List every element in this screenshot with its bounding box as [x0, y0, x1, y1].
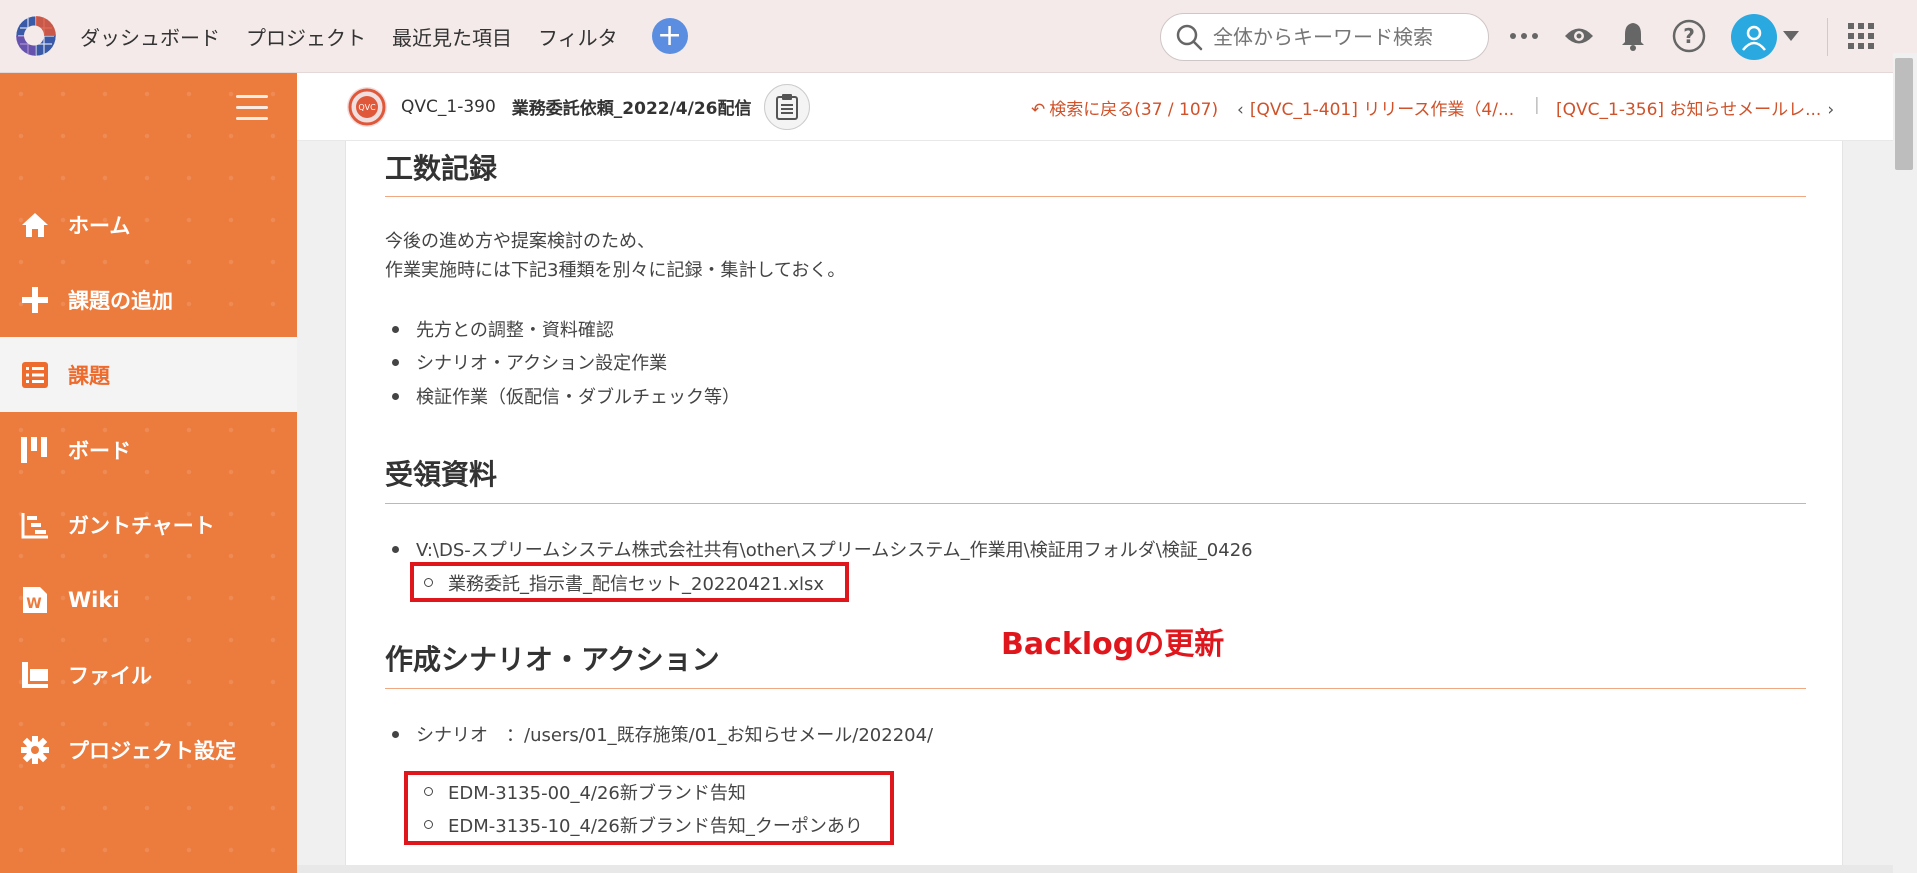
- issue-key[interactable]: QVC_1-390: [401, 97, 496, 117]
- search-input[interactable]: [1213, 25, 1473, 49]
- sidebar-item-files[interactable]: ファイル: [0, 637, 297, 712]
- sidebar-item-project-settings[interactable]: プロジェクト設定: [0, 712, 297, 787]
- eye-icon[interactable]: [1561, 18, 1597, 54]
- global-header: ダッシュボード プロジェクト 最近見た項目 フィルタ + ?: [0, 0, 1917, 73]
- list-item: 先方との調整・資料確認: [392, 316, 614, 342]
- sidebar-item-label: 課題: [68, 363, 110, 388]
- annotation-text: Backlogの更新: [1001, 627, 1225, 662]
- menu-toggle-icon[interactable]: [236, 95, 268, 121]
- folder-icon: [20, 660, 50, 690]
- more-icon[interactable]: [1506, 18, 1542, 54]
- sidebar-item-board[interactable]: ボード: [0, 412, 297, 487]
- sidebar-item-wiki[interactable]: W Wiki: [0, 562, 297, 637]
- global-add-button[interactable]: +: [651, 18, 688, 54]
- issue-title: 業務委託依頼_2022/4/26配信: [511, 99, 752, 119]
- back-to-search-label: 検索に戻る(37 / 107): [1049, 100, 1219, 120]
- divider: |: [1534, 95, 1540, 115]
- board-icon: [20, 435, 50, 465]
- content-bottom-edge: [297, 865, 1893, 873]
- list-item: 検証作業（仮配信・ダブルチェック等）: [392, 383, 740, 409]
- undo-icon: ↶: [1031, 100, 1046, 120]
- sidebar-item-label: 課題の追加: [68, 288, 173, 313]
- backlog-logo[interactable]: [14, 14, 58, 58]
- sidebar-item-label: ファイル: [68, 663, 152, 688]
- project-icon: QVC: [347, 86, 387, 127]
- section-heading: 工数記録: [385, 152, 498, 185]
- section-heading: 受領資料: [385, 458, 498, 491]
- back-to-search-link[interactable]: ↶ 検索に戻る(37 / 107): [1031, 95, 1218, 120]
- nav-dashboard[interactable]: ダッシュボード: [80, 22, 220, 51]
- highlight-box: [410, 562, 849, 602]
- list-item: V:\DS-スプリームシステム株式会社共有\other\スプリームシステム_作業…: [392, 536, 1253, 562]
- chevron-right-icon: ›: [1827, 100, 1835, 120]
- sidebar-item-label: ボード: [68, 438, 131, 463]
- scrollbar-thumb[interactable]: [1895, 58, 1913, 170]
- sidebar-item-label: ホーム: [68, 213, 131, 238]
- page-scrollbar[interactable]: [1893, 53, 1917, 873]
- highlight-box: [404, 771, 894, 845]
- bell-icon[interactable]: [1615, 18, 1651, 54]
- sidebar-item-label: ガントチャート: [68, 513, 215, 538]
- divider: [385, 503, 1806, 504]
- gantt-icon: [20, 510, 50, 540]
- paragraph: 作業実施時には下記3種類を別々に記録・集計しておく。: [385, 260, 846, 281]
- section-heading: 作成シナリオ・アクション: [385, 643, 720, 676]
- sidebar-item-label: プロジェクト設定: [68, 738, 236, 763]
- clipboard-icon: [775, 93, 798, 120]
- next-issue-link[interactable]: [QVC_1-356] お知らせメールレ... ›: [1556, 95, 1834, 120]
- list-icon: [20, 360, 50, 390]
- project-sidebar: ホーム 課題の追加 課題 ボード ガントチャート W Wiki ファイル プロジ…: [0, 73, 297, 873]
- nav-recent[interactable]: 最近見た項目: [392, 22, 512, 51]
- sidebar-item-label: Wiki: [68, 587, 120, 612]
- nav-filter[interactable]: フィルタ: [538, 22, 618, 51]
- apps-grid-icon[interactable]: [1843, 18, 1879, 54]
- wiki-icon: W: [20, 585, 50, 615]
- issue-description: 工数記録 今後の進め方や提案検討のため、 作業実施時には下記3種類を別々に記録・…: [345, 141, 1843, 873]
- prev-issue-label: [QVC_1-401] リリース作業（4/...: [1249, 100, 1515, 120]
- sidebar-item-issues[interactable]: 課題: [0, 337, 297, 412]
- plus-icon: +: [657, 18, 683, 53]
- sidebar-item-home[interactable]: ホーム: [0, 187, 297, 262]
- paragraph: 今後の進め方や提案検討のため、: [385, 231, 655, 252]
- chevron-down-icon[interactable]: [1781, 18, 1801, 54]
- plus-icon: [20, 285, 50, 315]
- sidebar-item-gantt[interactable]: ガントチャート: [0, 487, 297, 562]
- svg-text:?: ?: [1683, 24, 1695, 48]
- svg-text:QVC: QVC: [358, 103, 376, 112]
- svg-text:W: W: [26, 596, 41, 612]
- copy-button[interactable]: [763, 83, 810, 130]
- chevron-left-icon: ‹: [1237, 100, 1244, 120]
- home-icon: [20, 210, 50, 240]
- sidebar-item-add-issue[interactable]: 課題の追加: [0, 262, 297, 337]
- divider: [1827, 18, 1828, 56]
- help-icon[interactable]: ?: [1671, 18, 1707, 54]
- global-search[interactable]: [1160, 13, 1489, 61]
- list-item: シナリオ ：/users/01_既存施策/01_お知らせメール/202204/: [391, 721, 933, 747]
- list-item: シナリオ・アクション設定作業: [391, 349, 667, 375]
- next-issue-label: [QVC_1-356] お知らせメールレ...: [1556, 100, 1822, 120]
- nav-projects[interactable]: プロジェクト: [246, 22, 366, 51]
- prev-issue-link[interactable]: ‹ [QVC_1-401] リリース作業（4/...: [1237, 95, 1514, 120]
- gear-icon: [20, 735, 50, 765]
- divider: [385, 688, 1806, 689]
- search-icon: [1176, 24, 1203, 51]
- user-avatar-icon[interactable]: [1731, 14, 1777, 60]
- issue-header: QVC QVC_1-390 業務委託依頼_2022/4/26配信 ↶ 検索に戻る(…: [297, 73, 1893, 141]
- divider: [385, 196, 1806, 197]
